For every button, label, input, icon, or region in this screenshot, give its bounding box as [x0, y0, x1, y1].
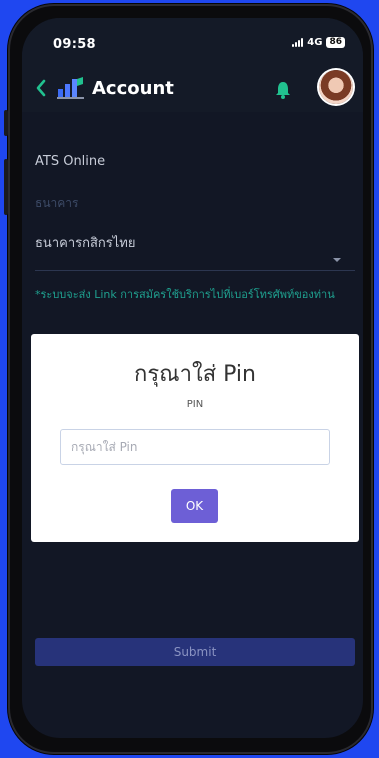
modal-overlay: กรุณาใส่ Pin PIN OK — [22, 18, 363, 738]
pin-field-label: PIN — [186, 399, 204, 410]
phone-screen: 09:58 4G 86 Account ATS Online ธนาคาร ธน… — [22, 18, 363, 738]
ok-button[interactable]: OK — [171, 489, 218, 523]
phone-side-button-bottom — [4, 159, 8, 215]
pin-input[interactable] — [60, 429, 330, 465]
phone-side-button-top — [4, 110, 8, 136]
pin-dialog: กรุณาใส่ Pin PIN OK — [31, 334, 359, 542]
dialog-title: กรุณาใส่ Pin — [134, 362, 256, 387]
